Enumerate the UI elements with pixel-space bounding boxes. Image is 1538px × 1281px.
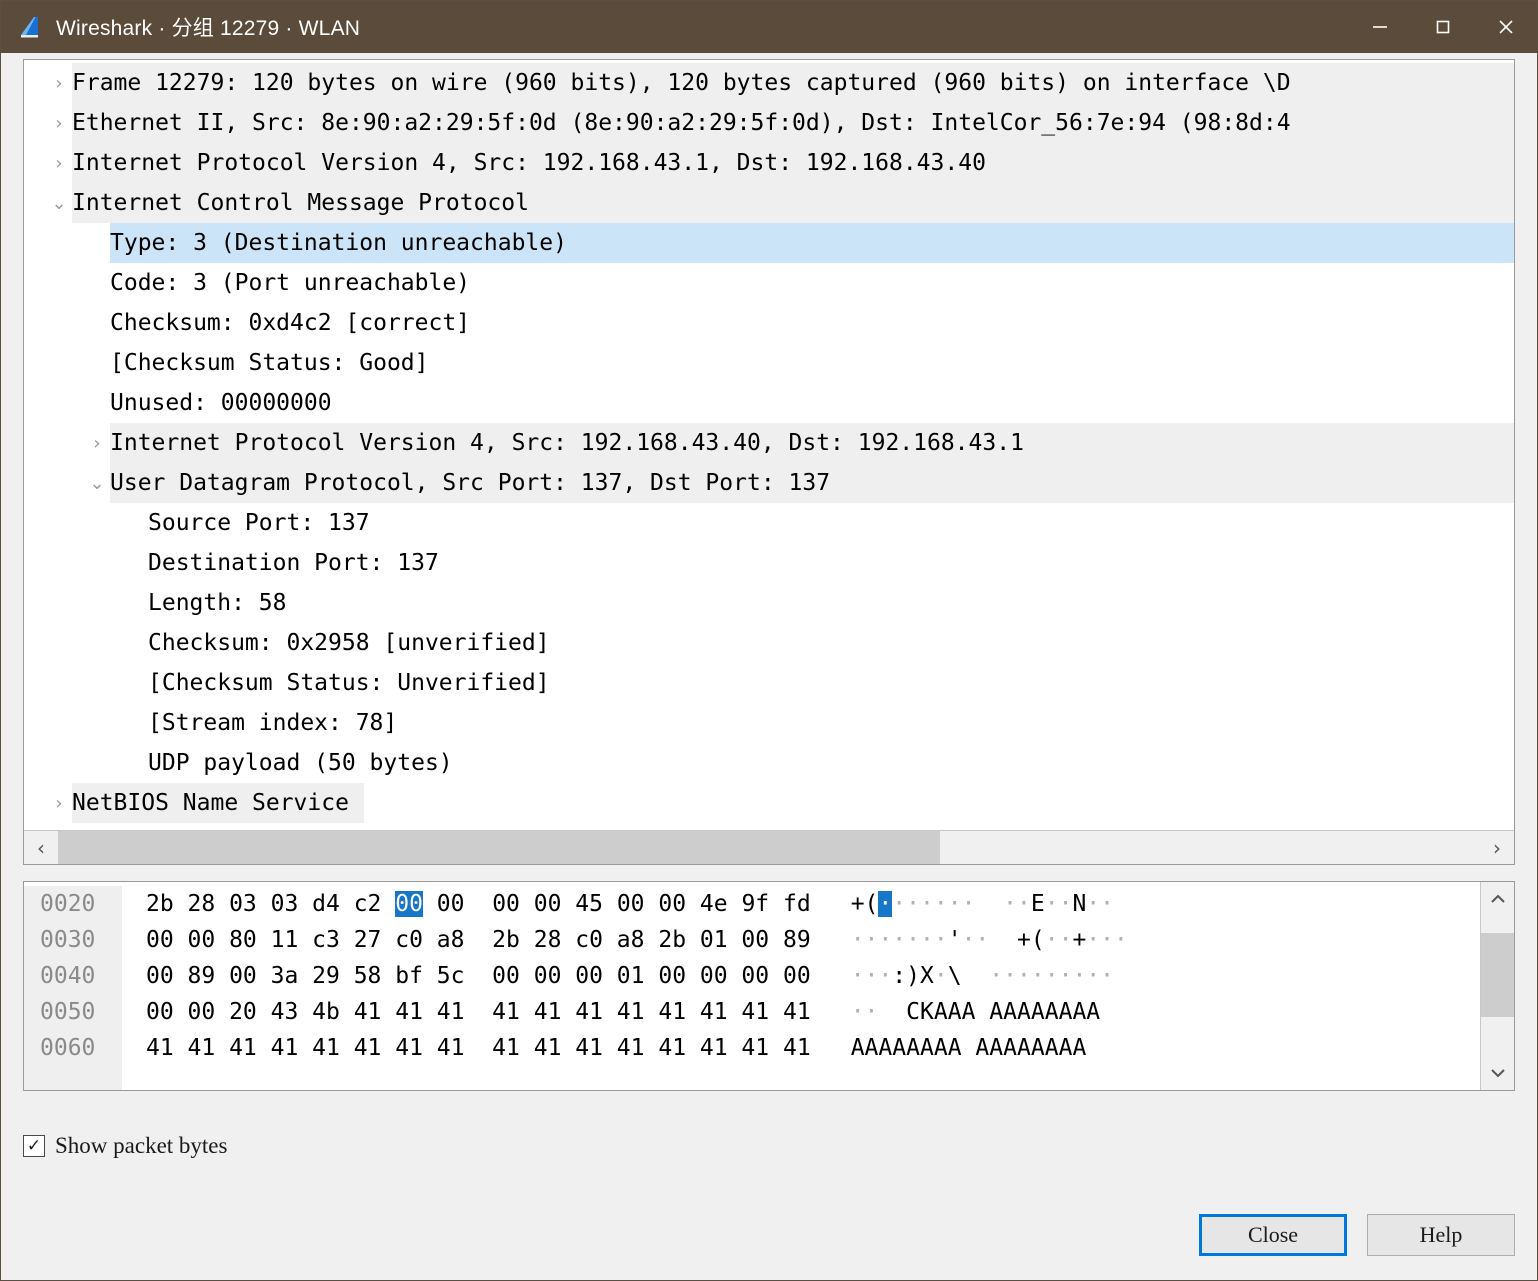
protocol-tree-label: NetBIOS Name Service <box>72 790 349 816</box>
protocol-tree-label: Destination Port: 137 <box>148 550 439 576</box>
hscroll-track[interactable] <box>58 831 1480 864</box>
protocol-tree-row[interactable]: Code: 3 (Port unreachable) <box>24 263 1514 303</box>
protocol-tree-row[interactable]: UDP payload (50 bytes) <box>24 743 1514 783</box>
scroll-up-icon[interactable] <box>1481 882 1514 916</box>
hex-byte-row[interactable]: 00 00 80 11 c3 27 c0 a8 2b 28 c0 a8 2b 0… <box>146 922 811 958</box>
protocol-tree-row[interactable]: [Checksum Status: Unverified] <box>24 663 1514 703</box>
protocol-tree-row[interactable]: ⌄ Internet Control Message Protocol <box>24 183 1514 223</box>
protocol-tree-label: Ethernet II, Src: 8e:90:a2:29:5f:0d (8e:… <box>72 110 1291 136</box>
protocol-tree-row[interactable]: Unused: 00000000 <box>24 383 1514 423</box>
scroll-down-icon[interactable] <box>1481 1056 1514 1090</box>
scroll-left-icon[interactable]: ‹ <box>24 831 58 864</box>
protocol-tree-row[interactable]: › Internet Protocol Version 4, Src: 192.1… <box>24 143 1514 183</box>
close-button[interactable] <box>1474 1 1537 53</box>
hex-byte-row[interactable]: 00 89 00 3a 29 58 bf 5c 00 00 00 01 00 0… <box>146 958 811 994</box>
hex-byte-row[interactable]: 41 41 41 41 41 41 41 41 41 41 41 41 41 4… <box>146 1030 811 1066</box>
protocol-tree-label: [Checksum Status: Good] <box>110 350 429 376</box>
hex-ascii-row[interactable]: ·······'·· +(··+··· <box>851 922 1128 958</box>
protocol-tree-row[interactable]: › Internet Protocol Version 4, Src: 192.1… <box>24 423 1514 463</box>
maximize-button[interactable] <box>1411 1 1474 53</box>
hex-dump[interactable]: 0020 0030 0040 0050 0060 2b 28 03 03 d4 c2 0… <box>24 882 1480 1090</box>
hex-ascii-row[interactable]: ···:)X·\ ········· <box>851 958 1128 994</box>
packet-detail-pane: › Frame 12279: 120 bytes on wire (960 bit… <box>23 59 1515 865</box>
protocol-tree-row[interactable]: Source Port: 137 <box>24 503 1514 543</box>
close-dialog-button[interactable]: Close <box>1199 1214 1347 1256</box>
window-controls <box>1348 1 1537 53</box>
protocol-tree-row[interactable]: Checksum: 0x2958 [unverified] <box>24 623 1514 663</box>
selected-hex-byte[interactable]: 00 <box>395 891 423 917</box>
protocol-tree-label: Checksum: 0x2958 [unverified] <box>148 630 550 656</box>
hex-ascii-row[interactable]: ·· CKAAA AAAAAAAA <box>851 994 1128 1030</box>
protocol-tree-label: [Stream index: 78] <box>148 710 398 736</box>
protocol-tree-label: Internet Control Message Protocol <box>72 190 529 216</box>
protocol-tree-label: Code: 3 (Port unreachable) <box>110 270 471 296</box>
title-bar: Wireshark · 分组 12279 · WLAN <box>1 1 1537 53</box>
protocol-tree-label: Checksum: 0xd4c2 [correct] <box>110 310 471 336</box>
hscroll-thumb[interactable] <box>58 831 940 864</box>
chevron-down-icon[interactable]: ⌄ <box>46 193 72 214</box>
detail-horizontal-scrollbar[interactable]: ‹ › <box>24 830 1514 864</box>
protocol-tree-label: Unused: 00000000 <box>110 390 332 416</box>
protocol-tree-row[interactable]: › NetBIOS Name Service <box>24 783 1514 823</box>
show-packet-bytes-checkbox[interactable]: ✓ Show packet bytes <box>23 1133 1515 1159</box>
selected-ascii-char[interactable]: · <box>878 891 893 917</box>
chevron-down-icon[interactable]: ⌄ <box>84 473 110 494</box>
chevron-right-icon[interactable]: › <box>46 113 72 134</box>
chevron-right-icon[interactable]: › <box>46 153 72 174</box>
window-title: Wireshark · 分组 12279 · WLAN <box>56 17 361 40</box>
protocol-tree-row[interactable]: › Frame 12279: 120 bytes on wire (960 bit… <box>24 63 1514 103</box>
chevron-right-icon[interactable]: › <box>46 793 72 814</box>
hex-offset: 0020 <box>40 891 96 917</box>
protocol-tree[interactable]: › Frame 12279: 120 bytes on wire (960 bit… <box>24 60 1514 830</box>
dialog-footer: ✓ Show packet bytes Close Help <box>1 1091 1537 1280</box>
hex-offset: 0030 <box>40 927 96 953</box>
protocol-tree-label: Internet Protocol Version 4, Src: 192.16… <box>110 430 1024 456</box>
protocol-tree-row[interactable]: [Checksum Status: Good] <box>24 343 1514 383</box>
button-row: Close Help <box>23 1214 1515 1256</box>
protocol-tree-row[interactable]: ⌄ User Datagram Protocol, Src Port: 137, … <box>24 463 1514 503</box>
help-button[interactable]: Help <box>1367 1214 1515 1256</box>
hex-offset: 0040 <box>40 963 96 989</box>
hex-ascii-row[interactable]: +(······· ··E··N·· <box>851 886 1128 922</box>
hex-bytes-after: 00 00 00 45 00 00 4e 9f fd <box>422 891 811 917</box>
hex-bytes-column[interactable]: 2b 28 03 03 d4 c2 00 00 00 00 45 00 00 4… <box>122 886 811 1090</box>
protocol-tree-row[interactable]: Length: 58 <box>24 583 1514 623</box>
scroll-right-icon[interactable]: › <box>1480 831 1514 864</box>
protocol-tree-row[interactable]: [Stream index: 78] <box>24 703 1514 743</box>
protocol-tree-label: User Datagram Protocol, Src Port: 137, D… <box>110 470 831 496</box>
minimize-button[interactable] <box>1348 1 1411 53</box>
hex-bytes-before: 2b 28 03 03 d4 c2 <box>146 891 396 917</box>
protocol-tree-label: UDP payload (50 bytes) <box>148 750 453 776</box>
protocol-tree-row[interactable]: › Ethernet II, Src: 8e:90:a2:29:5f:0d (8e… <box>24 103 1514 143</box>
vscroll-thumb[interactable] <box>1481 932 1514 1017</box>
chevron-right-icon[interactable]: › <box>46 73 72 94</box>
protocol-tree-label: Type: 3 (Destination unreachable) <box>110 230 567 256</box>
packet-bytes-pane: 0020 0030 0040 0050 0060 2b 28 03 03 d4 c2 0… <box>23 881 1515 1091</box>
packet-detail-window: Wireshark · 分组 12279 · WLAN › Frame 12279… <box>0 0 1538 1281</box>
hex-offset-column: 0020 0030 0040 0050 0060 <box>24 886 122 1090</box>
protocol-tree-row[interactable]: Type: 3 (Destination unreachable) <box>24 223 1514 263</box>
wireshark-fin-icon <box>18 14 44 40</box>
ascii-before: +( <box>850 891 879 917</box>
hex-offset: 0060 <box>40 1035 96 1061</box>
protocol-tree-label: [Checksum Status: Unverified] <box>148 670 550 696</box>
ascii-after: ······ ··E··N·· <box>892 891 1115 917</box>
checkbox-icon[interactable]: ✓ <box>23 1135 45 1157</box>
chevron-right-icon[interactable]: › <box>84 433 110 454</box>
hex-offset: 0050 <box>40 999 96 1025</box>
protocol-tree-row[interactable]: Checksum: 0xd4c2 [correct] <box>24 303 1514 343</box>
hex-ascii-row[interactable]: AAAAAAAA AAAAAAAA <box>851 1030 1128 1066</box>
show-packet-bytes-label: Show packet bytes <box>55 1133 228 1158</box>
vscroll-track[interactable] <box>1481 916 1514 1056</box>
bytes-vertical-scrollbar[interactable] <box>1480 882 1514 1090</box>
hex-ascii-column[interactable]: +(······· ··E··N·· ·······'·· +(··+··· ···… <box>811 886 1128 1090</box>
hex-byte-row[interactable]: 2b 28 03 03 d4 c2 00 00 00 00 45 00 00 4… <box>146 886 811 922</box>
protocol-tree-label: Internet Protocol Version 4, Src: 192.16… <box>72 150 986 176</box>
hex-byte-row[interactable]: 00 00 20 43 4b 41 41 41 41 41 41 41 41 4… <box>146 994 811 1030</box>
protocol-tree-label: Length: 58 <box>148 590 287 616</box>
protocol-tree-label: Source Port: 137 <box>148 510 370 536</box>
protocol-tree-label: Frame 12279: 120 bytes on wire (960 bits… <box>72 70 1291 96</box>
protocol-tree-row[interactable]: Destination Port: 137 <box>24 543 1514 583</box>
